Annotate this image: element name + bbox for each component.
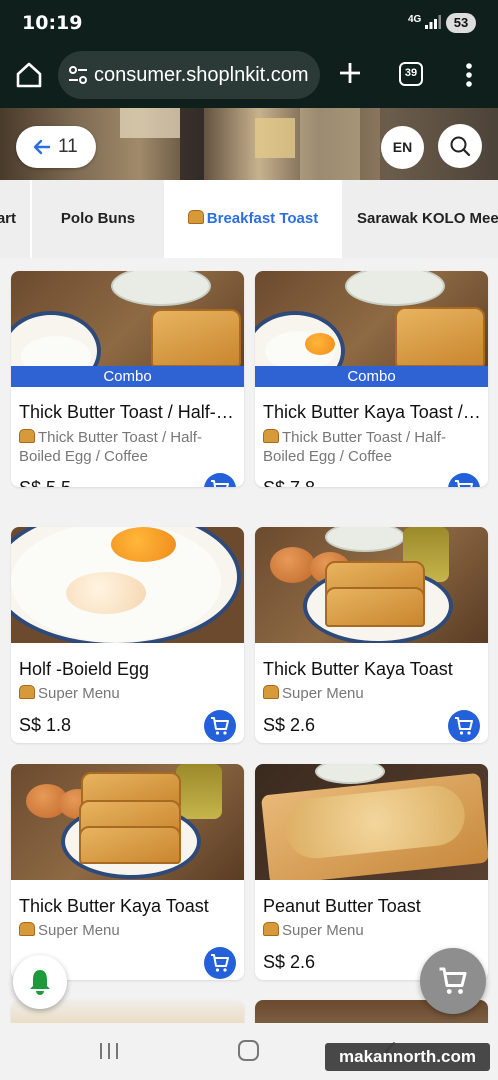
product-name: Peanut Butter Toast xyxy=(263,896,421,916)
category-tabs: art Polo Buns Breakfast Toast Sarawak KO… xyxy=(0,180,498,258)
add-to-cart-button[interactable] xyxy=(448,473,480,487)
product-price: S$ 2.6 xyxy=(263,952,316,972)
cart-icon xyxy=(211,954,229,972)
product-name: Holf -Boield Egg xyxy=(19,659,150,679)
toast-icon xyxy=(19,429,35,443)
add-to-cart-button[interactable] xyxy=(204,710,236,742)
status-bar: 10:19 4G 53 xyxy=(0,0,498,46)
toast-icon xyxy=(263,429,279,443)
product-price: S$ 1.8 xyxy=(19,715,72,735)
battery-level: 53 xyxy=(446,13,476,33)
add-to-cart-button[interactable] xyxy=(204,473,236,487)
search-button[interactable] xyxy=(438,124,482,168)
menu-icon[interactable] xyxy=(460,60,478,90)
toast-icon xyxy=(263,922,279,936)
cart-fab[interactable] xyxy=(420,948,486,1014)
product-description: Super Menu xyxy=(263,684,473,703)
cart-icon xyxy=(455,480,473,487)
language-button[interactable]: EN xyxy=(381,126,424,169)
product-name: Thick Butter Kaya Toast / Half-Boiled Eg… xyxy=(263,402,481,422)
product-name: Thick Butter Kaya Toast xyxy=(263,659,453,679)
product-image xyxy=(11,527,244,643)
browser-toolbar: consumer.shoplnkit.com 39 xyxy=(0,46,498,108)
cart-icon xyxy=(211,480,229,487)
tab-category-1[interactable]: art xyxy=(0,180,30,258)
product-description: Thick Butter Toast / Half-Boiled Egg / C… xyxy=(263,429,446,465)
back-button[interactable]: 11 xyxy=(16,126,96,168)
product-card[interactable]: Holf -Boield Egg Super Menu S$ 1.8 xyxy=(11,527,244,743)
product-card[interactable]: Thick Butter Kaya Toast Super Menu xyxy=(11,764,244,980)
product-name: Thick Butter Toast / Half-Boiled Egg / C… xyxy=(19,402,237,422)
cart-icon xyxy=(455,717,473,735)
toast-icon xyxy=(19,922,35,936)
product-card[interactable]: Combo Thick Butter Toast / Half-Boiled E… xyxy=(11,271,244,487)
product-description: Super Menu xyxy=(19,921,229,940)
product-card[interactable]: Combo Thick Butter Kaya Toast / Half-Boi… xyxy=(255,271,488,487)
network-type: 4G xyxy=(408,14,422,25)
product-card[interactable]: Thick Butter Kaya Toast Super Menu S$ 2.… xyxy=(255,527,488,743)
tab-label: Breakfast Toast xyxy=(206,210,319,227)
notification-button[interactable] xyxy=(13,955,67,1009)
back-count: 11 xyxy=(58,136,78,157)
watermark: makannorth.com xyxy=(325,1043,490,1071)
toast-icon xyxy=(263,685,279,699)
url-text: consumer.shoplnkit.com xyxy=(94,64,309,86)
signal-icon xyxy=(425,15,441,29)
product-image xyxy=(255,527,488,643)
product-price: S$ 5.5 xyxy=(19,478,71,487)
product-name: Thick Butter Kaya Toast xyxy=(19,896,209,916)
cart-icon xyxy=(211,717,229,735)
add-to-cart-button[interactable] xyxy=(448,710,480,742)
tab-polo-buns[interactable]: Polo Buns xyxy=(32,180,164,258)
product-grid: Combo Thick Butter Toast / Half-Boiled E… xyxy=(0,258,498,1023)
combo-badge: Combo xyxy=(11,366,244,387)
cart-icon xyxy=(439,967,467,994)
add-to-cart-button[interactable] xyxy=(204,947,236,979)
home-icon[interactable] xyxy=(14,60,44,90)
tab-sarawak-kolo-mee[interactable]: Sarawak KOLO Mee xyxy=(342,180,498,258)
home-nav-icon[interactable] xyxy=(238,1040,259,1061)
address-bar[interactable]: consumer.shoplnkit.com xyxy=(58,51,320,99)
tab-label: art xyxy=(0,210,16,227)
combo-badge: Combo xyxy=(255,366,488,387)
product-price: S$ 7.8 xyxy=(263,478,315,487)
tab-breakfast-toast[interactable]: Breakfast Toast xyxy=(164,180,342,258)
product-image xyxy=(255,764,488,880)
toast-icon xyxy=(19,685,35,699)
product-price: S$ 2.6 xyxy=(263,715,316,735)
new-tab-icon[interactable] xyxy=(336,59,364,87)
product-description: Super Menu xyxy=(19,684,229,703)
tab-label: Polo Buns xyxy=(60,210,136,227)
tab-label: Sarawak KOLO Mee xyxy=(357,210,498,227)
product-description: Super Menu xyxy=(263,921,473,940)
search-icon xyxy=(450,136,471,157)
back-arrow-icon xyxy=(33,139,51,155)
status-time: 10:19 xyxy=(22,12,83,34)
product-image xyxy=(11,764,244,880)
tabs-icon[interactable]: 39 xyxy=(399,62,423,86)
product-description: Thick Butter Toast / Half-Boiled Egg / C… xyxy=(19,429,202,465)
toast-icon xyxy=(187,210,204,224)
recents-icon[interactable] xyxy=(98,1042,120,1060)
site-settings-icon[interactable] xyxy=(68,65,88,85)
bell-icon xyxy=(30,970,50,995)
